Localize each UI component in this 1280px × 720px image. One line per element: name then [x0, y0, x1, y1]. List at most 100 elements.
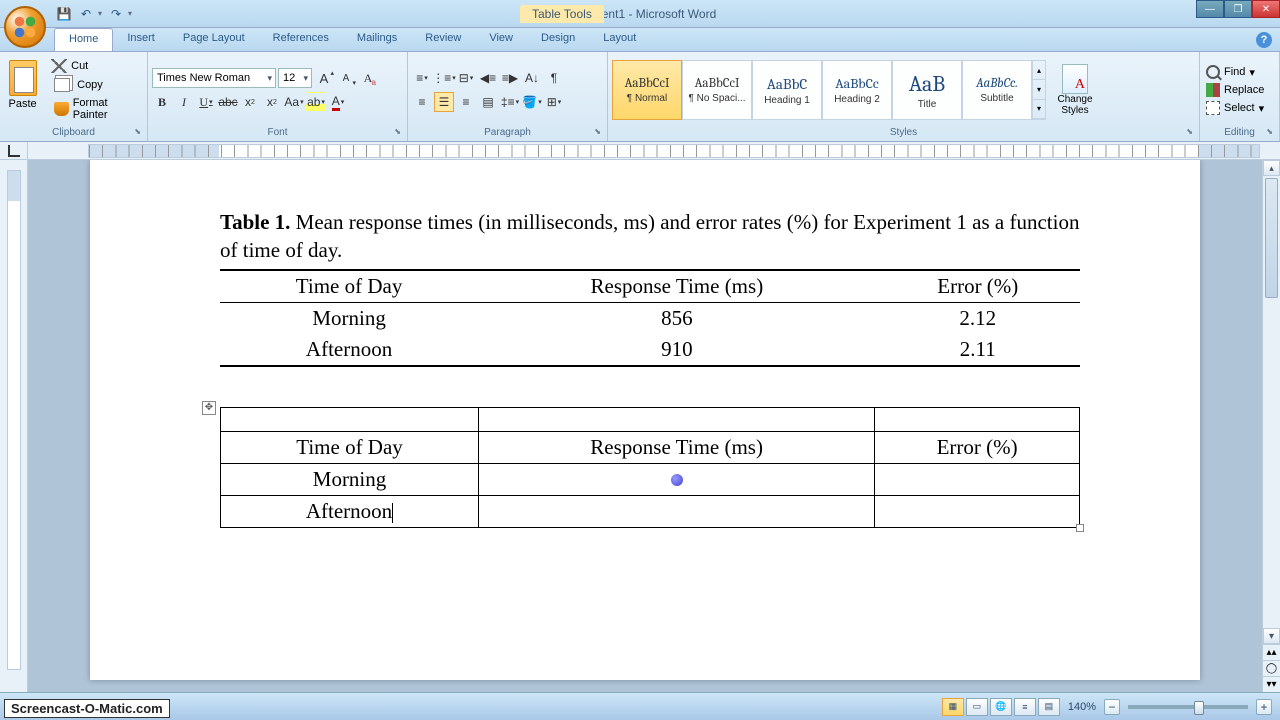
shrink-font-button[interactable]: A [336, 68, 356, 88]
bullets-button[interactable]: ≡ [412, 68, 432, 88]
increase-indent-button[interactable]: ≡▶ [500, 68, 520, 88]
paragraph-label[interactable]: Paragraph [412, 126, 603, 139]
table-header-cell[interactable]: Response Time (ms) [478, 270, 875, 303]
highlight-button[interactable]: ab [306, 92, 326, 112]
clear-formatting-button[interactable]: Aa [358, 68, 378, 88]
table-cell[interactable]: Afternoon [220, 334, 478, 366]
underline-button[interactable]: U [196, 92, 216, 112]
tab-layout[interactable]: Layout [589, 28, 650, 51]
tab-view[interactable]: View [475, 28, 527, 51]
close-button[interactable]: ✕ [1252, 0, 1280, 18]
align-left-button[interactable]: ≡ [412, 92, 432, 112]
tab-design[interactable]: Design [527, 28, 589, 51]
horizontal-ruler[interactable] [88, 144, 1260, 158]
styles-label[interactable]: Styles [612, 126, 1195, 139]
print-layout-view[interactable]: ▦ [942, 698, 964, 716]
table-cell[interactable]: 2.12 [876, 302, 1080, 334]
gallery-down[interactable]: ▾ [1033, 80, 1045, 99]
tab-insert[interactable]: Insert [113, 28, 169, 51]
style-heading2[interactable]: AaBbCcHeading 2 [822, 60, 892, 120]
align-center-button[interactable]: ☰ [434, 92, 454, 112]
strikethrough-button[interactable]: abc [218, 92, 238, 112]
undo-icon[interactable]: ↶ [76, 4, 96, 24]
cut-button[interactable]: Cut [47, 58, 143, 74]
numbering-button[interactable]: ⋮≡ [434, 68, 454, 88]
tab-page-layout[interactable]: Page Layout [169, 28, 259, 51]
italic-button[interactable]: I [174, 92, 194, 112]
table-cell[interactable] [479, 463, 875, 495]
scroll-thumb[interactable] [1265, 178, 1278, 298]
help-icon[interactable]: ? [1256, 32, 1272, 48]
tab-home[interactable]: Home [54, 28, 113, 51]
tab-mailings[interactable]: Mailings [343, 28, 411, 51]
next-page-button[interactable]: ▾▾ [1263, 676, 1280, 692]
qat-customize-icon[interactable]: ▾ [128, 4, 134, 24]
format-painter-button[interactable]: Format Painter [47, 96, 143, 122]
table-cell[interactable] [479, 407, 875, 431]
tab-references[interactable]: References [259, 28, 343, 51]
clipboard-label[interactable]: Clipboard [4, 126, 143, 139]
find-button[interactable]: Find ▾ [1204, 64, 1266, 80]
table-cell[interactable] [875, 463, 1080, 495]
table-resize-handle[interactable] [1076, 524, 1084, 532]
change-case-button[interactable]: Aa [284, 92, 304, 112]
page[interactable]: Table 1. Mean response times (in millise… [90, 160, 1200, 680]
table-caption[interactable]: Table 1. Mean response times (in millise… [220, 208, 1080, 265]
decrease-indent-button[interactable]: ◀≡ [478, 68, 498, 88]
sort-button[interactable]: A↓ [522, 68, 542, 88]
select-button[interactable]: Select ▾ [1204, 100, 1266, 116]
style-normal[interactable]: AaBbCcI¶ Normal [612, 60, 682, 120]
multilevel-button[interactable]: ⊟ [456, 68, 476, 88]
browse-object-button[interactable]: ◯ [1263, 660, 1280, 676]
font-name-combo[interactable]: Times New Roman [152, 68, 276, 88]
show-marks-button[interactable]: ¶ [544, 68, 564, 88]
justify-button[interactable]: ▤ [478, 92, 498, 112]
subscript-button[interactable]: x2 [240, 92, 260, 112]
paste-button[interactable]: Paste [4, 57, 41, 123]
maximize-button[interactable]: ❐ [1224, 0, 1252, 18]
table-header-cell[interactable]: Error (%) [876, 270, 1080, 303]
zoom-in-button[interactable]: + [1256, 699, 1272, 715]
vertical-ruler[interactable] [0, 160, 28, 692]
redo-icon[interactable]: ↷ [106, 4, 126, 24]
copy-button[interactable]: Copy [47, 76, 143, 94]
prev-page-button[interactable]: ▴▴ [1263, 644, 1280, 660]
scroll-up-button[interactable]: ▴ [1263, 160, 1280, 176]
tab-selector[interactable] [0, 142, 28, 160]
table-cell[interactable]: Error (%) [875, 431, 1080, 463]
table-cell[interactable] [875, 407, 1080, 431]
shading-button[interactable]: 🪣 [522, 92, 542, 112]
save-icon[interactable]: 💾 [54, 4, 74, 24]
table-cell[interactable]: Response Time (ms) [479, 431, 875, 463]
table-move-handle[interactable]: ✥ [202, 401, 216, 415]
table-cell[interactable]: 2.11 [876, 334, 1080, 366]
zoom-slider[interactable] [1128, 705, 1248, 709]
gallery-up[interactable]: ▴ [1033, 61, 1045, 80]
table-cell[interactable] [479, 495, 875, 527]
draft-view[interactable]: ▤ [1038, 698, 1060, 716]
tab-review[interactable]: Review [411, 28, 475, 51]
bold-button[interactable]: B [152, 92, 172, 112]
zoom-level[interactable]: 140% [1068, 701, 1096, 713]
scroll-down-button[interactable]: ▾ [1263, 628, 1280, 644]
font-size-combo[interactable]: 12 [278, 68, 312, 88]
minimize-button[interactable]: — [1196, 0, 1224, 18]
font-color-button[interactable]: A [328, 92, 348, 112]
font-label[interactable]: Font [152, 126, 403, 139]
table-cell[interactable] [221, 407, 479, 431]
gallery-more[interactable]: ▾ [1033, 100, 1045, 119]
table-cell[interactable] [875, 495, 1080, 527]
line-spacing-button[interactable]: ‡≡ [500, 92, 520, 112]
zoom-out-button[interactable]: − [1104, 699, 1120, 715]
table-header-cell[interactable]: Time of Day [220, 270, 478, 303]
table-cell[interactable]: Morning [221, 463, 479, 495]
style-subtitle[interactable]: AaBbCc.Subtitle [962, 60, 1032, 120]
style-no-spacing[interactable]: AaBbCcI¶ No Spaci... [682, 60, 752, 120]
align-right-button[interactable]: ≡ [456, 92, 476, 112]
table-cell[interactable]: Time of Day [221, 431, 479, 463]
full-screen-view[interactable]: ▭ [966, 698, 988, 716]
table-cell[interactable]: 910 [478, 334, 875, 366]
replace-button[interactable]: Replace [1204, 82, 1266, 98]
grow-font-button[interactable]: A [314, 68, 334, 88]
table-cell[interactable]: Afternoon [221, 495, 479, 527]
